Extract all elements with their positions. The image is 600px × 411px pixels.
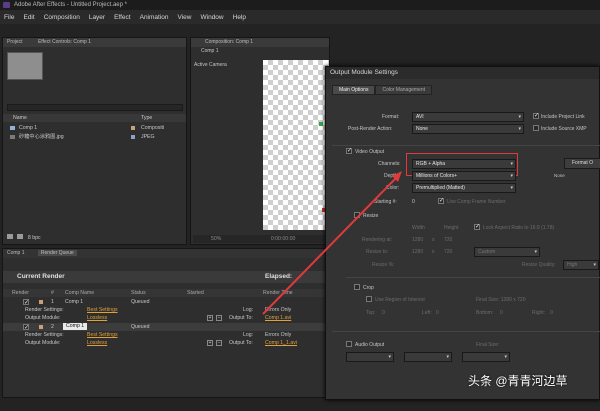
watermark: 头条 @青青河边草 [468,374,568,388]
annotation-arrow [262,171,402,315]
